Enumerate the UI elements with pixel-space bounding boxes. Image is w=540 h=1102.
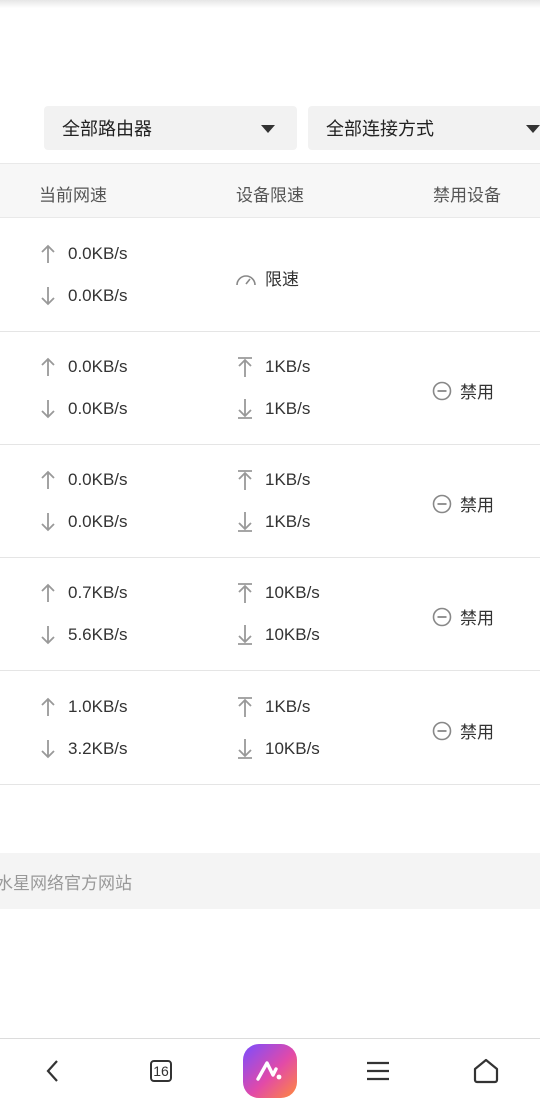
upload-limit: 1KB/s (237, 469, 310, 491)
header-disable-device: 禁用设备 (433, 186, 501, 205)
arrow-up-icon (40, 582, 56, 604)
download-limit-icon (237, 398, 253, 420)
upload-speed: 1.0KB/s (40, 696, 128, 718)
upload-limit-icon (237, 469, 253, 491)
upload-speed: 0.0KB/s (40, 243, 128, 265)
arrow-down-icon (40, 398, 56, 420)
chevron-down-icon (526, 125, 540, 133)
arrow-up-icon (40, 356, 56, 378)
upload-limit-icon (237, 356, 253, 378)
arrow-down-icon (40, 624, 56, 646)
upload-limit: 1KB/s (237, 696, 310, 718)
download-limit: 1KB/s (237, 398, 310, 420)
download-limit: 10KB/s (237, 624, 320, 646)
disable-device-button[interactable]: 禁用 (432, 378, 494, 403)
table-row: 0.0KB/s 0.0KB/s 限速 (0, 219, 540, 332)
top-bar-shadow (0, 0, 540, 8)
browser-nav-bar: 16 (0, 1038, 540, 1102)
upload-limit-icon (237, 696, 253, 718)
download-limit-icon (237, 738, 253, 760)
download-limit-icon (237, 624, 253, 646)
chevron-down-icon (261, 125, 275, 133)
download-speed: 0.0KB/s (40, 398, 128, 420)
upload-speed: 0.7KB/s (40, 582, 128, 604)
header-device-limit: 设备限速 (236, 186, 304, 205)
home-button[interactable] (463, 1039, 509, 1102)
minus-circle-icon (432, 381, 452, 400)
tabs-icon: 16 (150, 1059, 172, 1082)
arrow-down-icon (40, 285, 56, 307)
minus-circle-icon (432, 607, 452, 626)
arrow-up-icon (40, 696, 56, 718)
table-row: 0.0KB/s 0.0KB/s 1KB/s 1KB/s 禁用 (0, 332, 540, 445)
gauge-icon (236, 274, 256, 285)
disable-device-button[interactable]: 禁用 (432, 491, 494, 516)
connection-filter-label: 全部连接方式 (326, 119, 434, 139)
router-filter-dropdown[interactable]: 全部路由器 (44, 106, 297, 150)
browser-app-icon (243, 1043, 297, 1098)
upload-limit: 1KB/s (237, 356, 310, 378)
download-speed: 0.0KB/s (40, 511, 128, 533)
arrow-up-icon (40, 469, 56, 491)
upload-speed: 0.0KB/s (40, 469, 128, 491)
upload-speed: 0.0KB/s (40, 356, 128, 378)
table-row: 0.0KB/s 0.0KB/s 1KB/s 1KB/s 禁用 (0, 445, 540, 558)
back-button[interactable] (30, 1039, 76, 1102)
footer-bar: 水星网络官方网站 (0, 853, 540, 909)
connection-filter-dropdown[interactable]: 全部连接方式 (308, 106, 540, 150)
menu-button[interactable] (355, 1039, 401, 1102)
table-header: 当前网速 设备限速 禁用设备 (0, 163, 540, 218)
browser-app-button[interactable] (243, 1039, 297, 1102)
menu-icon (367, 1061, 389, 1080)
download-limit: 10KB/s (237, 738, 320, 760)
download-speed: 3.2KB/s (40, 738, 128, 760)
download-limit: 1KB/s (237, 511, 310, 533)
arrow-down-icon (40, 738, 56, 760)
arrow-up-icon (40, 243, 56, 265)
download-speed: 0.0KB/s (40, 285, 128, 307)
arrow-down-icon (40, 511, 56, 533)
home-icon (473, 1058, 499, 1083)
back-icon (46, 1059, 58, 1082)
disable-device-button[interactable]: 禁用 (432, 718, 494, 743)
download-limit-icon (237, 511, 253, 533)
disable-device-button[interactable]: 禁用 (432, 604, 494, 629)
router-filter-label: 全部路由器 (62, 119, 152, 139)
minus-circle-icon (432, 721, 452, 740)
upload-limit-icon (237, 582, 253, 604)
minus-circle-icon (432, 494, 452, 513)
download-speed: 5.6KB/s (40, 624, 128, 646)
table-row: 0.7KB/s 5.6KB/s 10KB/s 10KB/s 禁用 (0, 558, 540, 671)
official-website-link[interactable]: 水星网络官方网站 (0, 869, 132, 894)
header-current-speed: 当前网速 (39, 186, 107, 205)
speed-limit-button[interactable]: 限速 (235, 265, 299, 290)
upload-limit: 10KB/s (237, 582, 320, 604)
table-row: 1.0KB/s 3.2KB/s 1KB/s 10KB/s 禁用 (0, 672, 540, 785)
tabs-button[interactable]: 16 (138, 1039, 184, 1102)
